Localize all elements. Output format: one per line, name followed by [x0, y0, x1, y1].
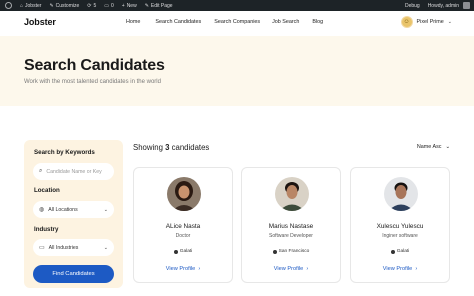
industry-value: All Industries	[48, 244, 79, 251]
adminbar-site-item[interactable]: ⌂ Jobster	[16, 0, 45, 11]
refresh-icon: ⟳	[87, 2, 92, 9]
folder-icon: ▭	[39, 245, 45, 251]
adminbar-account-item[interactable]: Howdy, admin	[424, 0, 474, 11]
nav-job-search[interactable]: Job Search	[272, 19, 299, 25]
candidate-photo	[384, 177, 418, 211]
brush-icon: ✎	[49, 2, 54, 9]
chevron-right-icon: ›	[413, 266, 418, 272]
chevron-right-icon: ›	[304, 266, 309, 272]
view-profile-link[interactable]: View Profile ›	[351, 266, 449, 272]
main-nav: Home Search Candidates Search Companies …	[126, 19, 323, 25]
nav-search-companies[interactable]: Search Companies	[214, 19, 260, 25]
adminbar-customize-item[interactable]: ✎ Customize	[45, 0, 83, 11]
sort-value: Name Asc	[416, 144, 442, 150]
chevron-down-icon: ⌄	[103, 206, 108, 213]
wordpress-icon	[5, 2, 12, 9]
location-label: Location	[34, 187, 60, 194]
home-icon: ⌂	[20, 2, 24, 9]
user-avatar: ☺	[400, 16, 413, 28]
candidate-photo	[167, 177, 201, 211]
candidate-role: Doctor	[175, 233, 191, 239]
filter-sidebar: Search by Keywords ⌕ Candidate Name or K…	[24, 140, 123, 288]
industry-label: Industry	[34, 226, 59, 233]
nav-home[interactable]: Home	[126, 19, 140, 25]
results-count: Showing 3 candidates	[133, 143, 210, 152]
site-header: Jobster Home Search Candidates Search Co…	[0, 11, 474, 36]
comment-icon: ▭	[104, 2, 109, 9]
adminbar-debug-item[interactable]: Debug	[401, 0, 424, 11]
keyword-placeholder: Candidate Name or Key	[46, 168, 102, 175]
chevron-down-icon: ⌄	[445, 144, 450, 150]
sort-select[interactable]: Name Asc ⌄	[417, 144, 450, 150]
candidate-photo	[275, 177, 309, 211]
candidate-location: Galati	[351, 249, 449, 254]
page-subtitle: Work with the most talented candidates i…	[24, 79, 161, 85]
location-pin-icon	[390, 249, 395, 254]
admin-avatar	[463, 2, 470, 9]
candidate-location: Galati	[134, 249, 232, 254]
chevron-down-icon: ⌄	[103, 244, 108, 251]
find-candidates-button[interactable]: Find Candidates	[33, 265, 114, 283]
industry-select[interactable]: ▭ All Industries ⌄	[33, 239, 114, 256]
pencil-icon: ✎	[144, 2, 149, 9]
candidate-name: Xulescu Yulescu	[376, 223, 424, 230]
nav-blog[interactable]: Blog	[312, 19, 323, 25]
adminbar-comments-item[interactable]: ▭ 0	[100, 0, 118, 11]
location-pin-icon	[173, 249, 178, 254]
adminbar-updates-item[interactable]: ⟳ 5	[83, 0, 100, 11]
keywords-label: Search by Keywords	[34, 149, 95, 156]
user-menu[interactable]: ☺ Pixel Prime ⌄	[400, 16, 452, 28]
plus-icon: +	[121, 2, 125, 9]
keyword-search-input[interactable]: ⌕ Candidate Name or Key	[33, 163, 114, 180]
page-title: Search Candidates	[24, 57, 165, 74]
candidate-card[interactable]: ALice Nasta Doctor Galati View Profile ›	[133, 167, 233, 283]
hero-banner: Search Candidates Work with the most tal…	[0, 36, 474, 106]
search-icon: ⌕	[39, 168, 43, 174]
user-name: Pixel Prime	[416, 19, 444, 25]
view-profile-link[interactable]: View Profile ›	[134, 266, 232, 272]
admin-bar: ⌂ Jobster ✎ Customize ⟳ 5 ▭ 0 + New ✎ Ed…	[0, 0, 474, 11]
chevron-down-icon: ⌄	[447, 19, 452, 25]
chevron-right-icon: ›	[196, 266, 201, 272]
view-profile-link[interactable]: View Profile ›	[242, 266, 340, 272]
nav-search-candidates[interactable]: Search Candidates	[155, 19, 201, 25]
location-value: All Locations	[48, 206, 78, 213]
candidate-card[interactable]: Marius Nastase Software Developer San Fr…	[241, 167, 341, 283]
adminbar-edit-page-item[interactable]: ✎ Edit Page	[141, 0, 177, 11]
candidate-role: Software Developer	[269, 233, 313, 239]
candidate-role: Inginer software	[382, 233, 418, 239]
candidate-location: San Francisco	[242, 249, 340, 254]
adminbar-new-item[interactable]: + New	[118, 0, 141, 11]
candidate-name: Marius Nastase	[268, 223, 314, 230]
wordpress-logo-item[interactable]	[0, 0, 16, 11]
site-logo[interactable]: Jobster	[24, 17, 56, 27]
location-select[interactable]: ◍ All Locations ⌄	[33, 201, 114, 218]
candidate-card[interactable]: Xulescu Yulescu Inginer software Galati …	[350, 167, 450, 283]
globe-icon: ◍	[39, 207, 45, 213]
candidate-name: ALice Nasta	[165, 223, 201, 230]
location-pin-icon	[272, 249, 277, 254]
